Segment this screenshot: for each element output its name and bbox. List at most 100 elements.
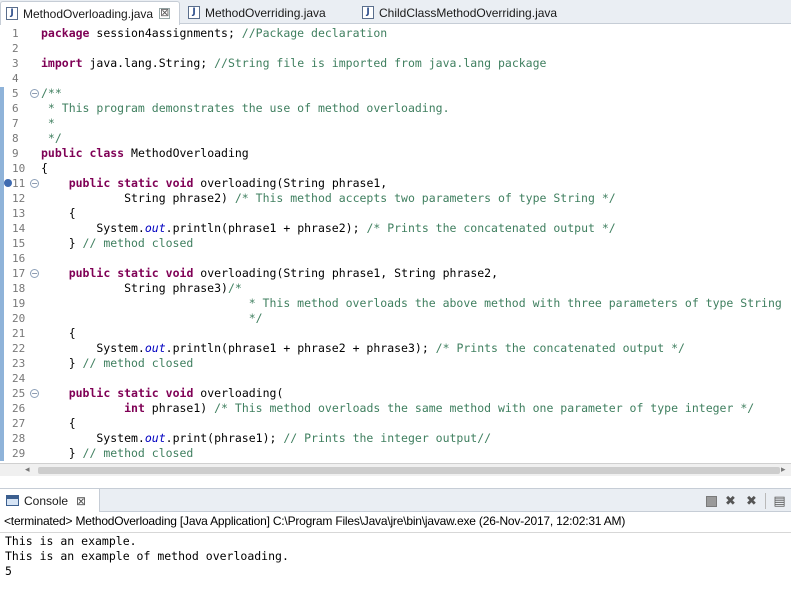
java-file-icon: J [188, 6, 200, 19]
code-text: System.out.println(phrase1 + phrase2); /… [41, 221, 616, 235]
console-header: Console ⊠ ✖ ✖ ▤ [0, 488, 791, 512]
code-line[interactable]: 7 * [0, 116, 791, 131]
scroll-right-icon[interactable]: ▸ [781, 465, 786, 475]
terminate-icon[interactable] [706, 495, 717, 507]
code-line[interactable]: 29 } // method closed [0, 446, 791, 461]
code-text: * This method overloads the above method… [41, 296, 782, 310]
fold-toggle-icon[interactable]: − [30, 269, 39, 278]
code-line[interactable]: 4 [0, 71, 791, 86]
code-editor[interactable]: 1 package session4assignments; //Package … [0, 25, 791, 463]
line-number: 5 [12, 87, 19, 100]
code-text: } // method closed [41, 236, 194, 250]
line-number: 13 [12, 207, 26, 220]
code-line[interactable]: 28 System.out.print(phrase1); // Prints … [0, 431, 791, 446]
tab-methodoverloading[interactable]: J MethodOverloading.java ⊠ [0, 1, 180, 25]
code-line[interactable]: 20 */ [0, 311, 791, 326]
code-line[interactable]: 12 String phrase2) /* This method accept… [0, 191, 791, 206]
close-icon[interactable]: ⊠ [76, 494, 86, 508]
fold-toggle-icon[interactable]: − [30, 89, 39, 98]
code-line[interactable]: 10 { [0, 161, 791, 176]
tab-label: MethodOverriding.java [205, 5, 326, 20]
code-text: String phrase3)/* [41, 281, 242, 295]
line-number: 18 [12, 282, 26, 295]
tab-methodoverriding[interactable]: J MethodOverriding.java [183, 1, 353, 24]
code-line[interactable]: 23 } // method closed [0, 356, 791, 371]
code-line[interactable]: 3 import java.lang.String; //String file … [0, 56, 791, 71]
line-number: 22 [12, 342, 26, 355]
code-line[interactable]: 25− public static void overloading( [0, 386, 791, 401]
console-output-line: This is an example of method overloading… [5, 549, 289, 563]
editor-tab-bar: J MethodOverloading.java ⊠ J MethodOverr… [0, 0, 791, 25]
tab-childclassmethodoverriding[interactable]: J ChildClassMethodOverriding.java [357, 1, 577, 24]
code-text: * This program demonstrates the use of m… [41, 101, 450, 115]
toolbar-separator [765, 493, 766, 509]
code-line[interactable]: 6 * This program demonstrates the use of… [0, 101, 791, 116]
java-file-icon: J [362, 6, 374, 19]
code-line[interactable]: 27 { [0, 416, 791, 431]
code-line[interactable]: 18 String phrase3)/* [0, 281, 791, 296]
code-line[interactable]: 13 { [0, 206, 791, 221]
code-line[interactable]: 17− public static void overloading(Strin… [0, 266, 791, 281]
console-status: <terminated> MethodOverloading [Java App… [4, 514, 626, 528]
remove-launch-icon[interactable]: ✖ [723, 494, 738, 509]
code-text: String phrase2) /* This method accepts t… [41, 191, 616, 205]
code-line[interactable]: 14 System.out.println(phrase1 + phrase2)… [0, 221, 791, 236]
code-text: { [41, 416, 76, 430]
code-text: public static void overloading(String ph… [68, 266, 499, 280]
code-line[interactable]: 24 [0, 371, 791, 386]
close-icon[interactable]: ⊠ [159, 8, 171, 19]
scrollbar-thumb[interactable] [38, 467, 780, 474]
code-line[interactable]: 1 package session4assignments; //Package … [0, 26, 791, 41]
line-number: 2 [12, 42, 19, 55]
line-number: 12 [12, 192, 26, 205]
code-text: int phrase1) /* This method overloads th… [124, 401, 755, 415]
line-number: 28 [12, 432, 26, 445]
line-number: 15 [12, 237, 26, 250]
scroll-left-icon[interactable]: ◂ [25, 465, 30, 475]
horizontal-scrollbar[interactable]: ◂ ▸ [0, 463, 791, 476]
code-text: */ [41, 131, 62, 145]
code-line[interactable]: 5 −/** [0, 86, 791, 101]
console-toolbar: ✖ ✖ ▤ [706, 492, 787, 510]
code-text: import java.lang.String; //String file i… [41, 56, 547, 70]
code-text: public static void overloading( [68, 386, 284, 400]
code-text: public class MethodOverloading [41, 146, 249, 160]
code-text: public static void overloading(String ph… [68, 176, 388, 190]
fold-toggle-icon[interactable]: − [30, 389, 39, 398]
code-line[interactable]: 26 int phrase1) /* This method overloads… [0, 401, 791, 416]
code-text: { [41, 206, 76, 220]
code-text: } // method closed [41, 446, 194, 460]
override-marker-icon[interactable] [4, 179, 12, 187]
code-text: package session4assignments; //Package d… [41, 26, 388, 40]
code-line[interactable]: 2 [0, 41, 791, 56]
line-number: 9 [12, 147, 19, 160]
console-tab-label: Console [24, 493, 69, 508]
code-line[interactable]: 21 { [0, 326, 791, 341]
code-line[interactable]: 9 public class MethodOverloading [0, 146, 791, 161]
code-line[interactable]: 19 * This method overloads the above met… [0, 296, 791, 311]
line-number: 7 [12, 117, 19, 130]
code-line[interactable]: 8 */ [0, 131, 791, 146]
line-number: 10 [12, 162, 26, 175]
console-output-line: 5 [5, 564, 12, 578]
line-number: 6 [12, 102, 19, 115]
line-number: 23 [12, 357, 26, 370]
line-number: 11 [12, 177, 26, 190]
code-text: { [41, 161, 48, 175]
line-number: 3 [12, 57, 19, 70]
code-line[interactable]: 16 [0, 251, 791, 266]
clear-console-icon[interactable]: ▤ [772, 494, 787, 509]
console-output-line: This is an example. [5, 534, 137, 548]
console-icon [6, 495, 19, 506]
code-line[interactable]: 22 System.out.println(phrase1 + phrase2 … [0, 341, 791, 356]
line-number: 1 [12, 27, 19, 40]
line-number: 20 [12, 312, 26, 325]
code-line[interactable]: 11− public static void overloading(Strin… [0, 176, 791, 191]
tab-console[interactable]: Console ⊠ [0, 489, 100, 512]
tab-label: ChildClassMethodOverriding.java [379, 5, 558, 20]
fold-toggle-icon[interactable]: − [30, 179, 39, 188]
code-line[interactable]: 15 } // method closed [0, 236, 791, 251]
remove-all-launches-icon[interactable]: ✖ [744, 494, 759, 509]
code-text: */ [41, 311, 263, 325]
console-output[interactable]: This is an example. This is an example o… [0, 532, 791, 591]
